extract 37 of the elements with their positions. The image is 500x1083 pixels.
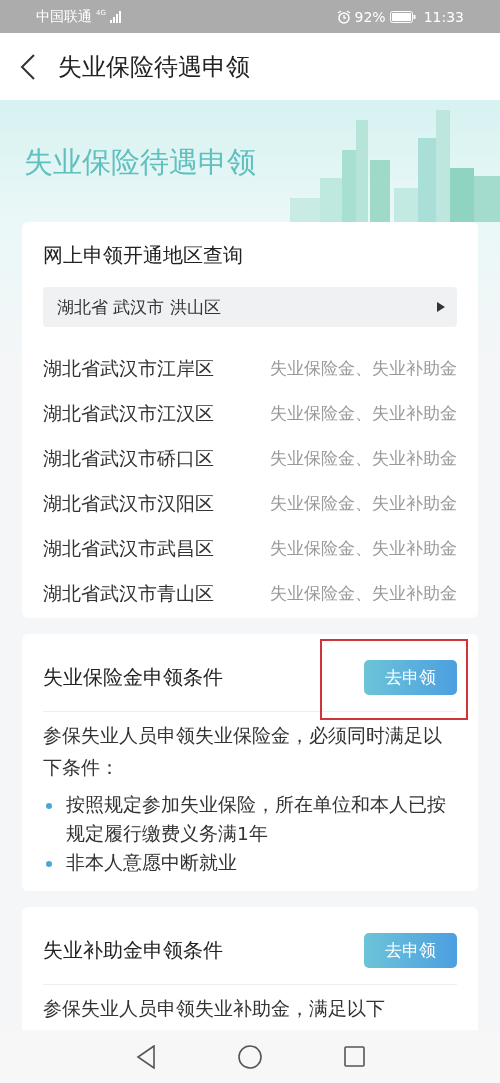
triangle-right-icon (437, 302, 445, 312)
section-title: 失业补助金申领条件 (43, 938, 223, 964)
benefit-types: 失业保险金、失业补助金 (270, 447, 457, 470)
apply-button[interactable]: 去申领 (364, 660, 457, 695)
benefit-types: 失业保险金、失业补助金 (270, 357, 457, 380)
clock-time: 11:33 (423, 8, 464, 25)
apply-button[interactable]: 去申领 (364, 933, 457, 968)
condition-item: 按照规定参加失业保险，所在单位和本人已按规定履行缴费义务满1年 (66, 793, 447, 846)
region-selector[interactable]: 湖北省 武汉市 洪山区 (43, 287, 457, 327)
region-name: 湖北省武汉市青山区 (43, 582, 214, 606)
alarm-icon (336, 9, 351, 24)
back-icon[interactable] (20, 53, 36, 80)
benefit-types: 失业保险金、失业补助金 (270, 582, 457, 605)
back-triangle-icon[interactable] (135, 1044, 156, 1069)
benefit-types: 失业保险金、失业补助金 (270, 402, 457, 425)
home-circle-icon[interactable] (237, 1044, 262, 1069)
battery-percent: 92% (354, 8, 386, 25)
page-title: 失业保险待遇申领 (58, 51, 250, 83)
region-name: 湖北省武汉市江岸区 (43, 357, 214, 381)
section-title: 失业保险金申领条件 (43, 665, 223, 691)
condition-item: 非本人意愿中断就业 (66, 851, 237, 875)
bullet-icon (46, 803, 52, 809)
benefit-types: 失业保险金、失业补助金 (270, 492, 457, 515)
bullet-icon (46, 861, 52, 867)
benefit-types: 失业保险金、失业补助金 (270, 537, 457, 560)
card-title: 网上申领开通地区查询 (43, 243, 244, 266)
region-name: 湖北省武汉市硚口区 (43, 447, 214, 471)
region-name: 湖北省武汉市汉阳区 (43, 492, 214, 516)
carrier-name: 中国联通 (36, 7, 92, 26)
battery-icon (389, 10, 416, 23)
recents-square-icon[interactable] (343, 1046, 365, 1067)
signal-icon (109, 10, 122, 23)
region-name: 湖北省武汉市江汉区 (43, 402, 214, 426)
region-name: 湖北省武汉市武昌区 (43, 537, 214, 561)
description-text: 参保失业人员申领失业补助金，满足以下 (43, 997, 386, 1021)
banner-title: 失业保险待遇申领 (24, 144, 256, 181)
description-text: 参保失业人员申领失业保险金，必须同时满足以下条件： (43, 724, 443, 780)
